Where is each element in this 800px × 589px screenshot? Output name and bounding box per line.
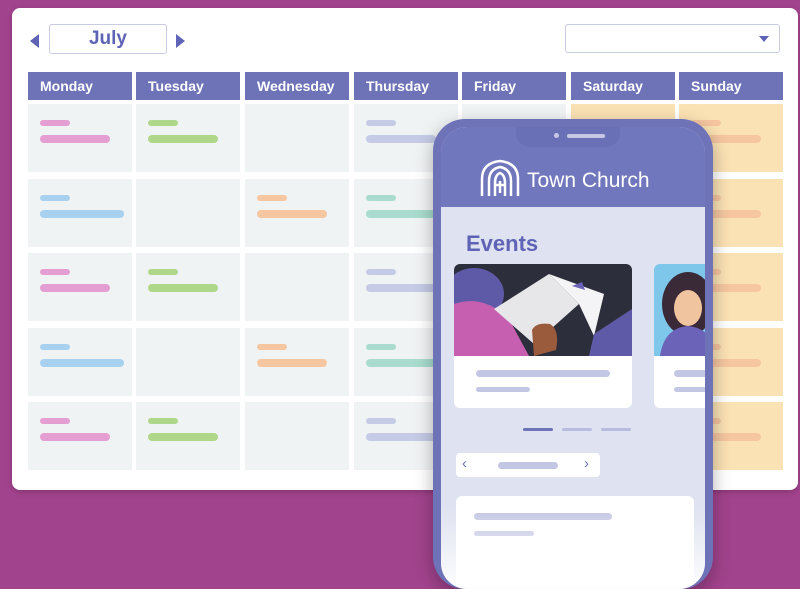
- calendar-day-cell[interactable]: [245, 253, 349, 321]
- event-title-bar[interactable]: [366, 135, 436, 143]
- day-header-tuesday: Tuesday: [136, 72, 240, 100]
- church-icon: [480, 159, 520, 196]
- carousel-dot-active[interactable]: [523, 428, 553, 431]
- calendar-day-cell[interactable]: [136, 104, 240, 172]
- day-header-saturday: Saturday: [571, 72, 675, 100]
- app-header: Town Church: [441, 127, 705, 207]
- calendar-day-cell[interactable]: [136, 179, 240, 247]
- event-time-bar[interactable]: [366, 269, 396, 275]
- event-time-bar[interactable]: [257, 344, 287, 350]
- events-heading: Events: [466, 231, 539, 256]
- event-title-bar[interactable]: [366, 284, 436, 292]
- next-month-button[interactable]: [176, 34, 185, 48]
- card-subtitle-placeholder: [476, 387, 530, 392]
- card-title-placeholder: [674, 370, 705, 377]
- carousel-dot[interactable]: [601, 428, 631, 431]
- calendar-day-cell[interactable]: [28, 104, 132, 172]
- carousel-dot[interactable]: [562, 428, 592, 431]
- event-time-bar[interactable]: [40, 418, 70, 424]
- event-time-bar[interactable]: [366, 120, 396, 126]
- calendar-day-cell[interactable]: [28, 402, 132, 470]
- event-title-bar[interactable]: [40, 210, 124, 218]
- event-time-bar[interactable]: [148, 120, 178, 126]
- event-title-bar[interactable]: [40, 359, 124, 367]
- event-title-bar[interactable]: [257, 359, 327, 367]
- event-time-bar[interactable]: [366, 344, 396, 350]
- speaker-slot: [567, 134, 605, 138]
- event-card[interactable]: [654, 264, 705, 408]
- day-header-monday: Monday: [28, 72, 132, 100]
- pagination-control: ‹ ›: [456, 453, 600, 477]
- calendar-filter-select[interactable]: [565, 24, 780, 53]
- event-title-bar[interactable]: [148, 284, 218, 292]
- event-title-bar[interactable]: [148, 433, 218, 441]
- event-title-bar[interactable]: [40, 433, 110, 441]
- bible-reading-image: [454, 264, 632, 356]
- event-time-bar[interactable]: [257, 195, 287, 201]
- event-time-bar[interactable]: [40, 195, 70, 201]
- event-title-bar[interactable]: [366, 433, 436, 441]
- chevron-right-icon[interactable]: ›: [584, 455, 589, 472]
- calendar-day-cell[interactable]: [136, 402, 240, 470]
- phone-notch: [516, 127, 620, 147]
- event-time-bar[interactable]: [40, 269, 70, 275]
- chevron-left-icon[interactable]: ‹: [462, 455, 467, 472]
- day-header-friday: Friday: [462, 72, 566, 100]
- phone-screen: Town Church Events ‹ ›: [441, 127, 705, 589]
- event-time-bar[interactable]: [366, 418, 396, 424]
- person-image: [654, 264, 705, 356]
- calendar-day-cell[interactable]: [245, 328, 349, 396]
- event-title-bar[interactable]: [40, 284, 110, 292]
- event-title-bar[interactable]: [148, 135, 218, 143]
- calendar-day-cell[interactable]: [28, 328, 132, 396]
- app-name: Town Church: [527, 169, 650, 192]
- calendar-day-cell[interactable]: [28, 253, 132, 321]
- event-time-bar[interactable]: [366, 195, 396, 201]
- event-title-bar[interactable]: [366, 210, 436, 218]
- prev-month-button[interactable]: [30, 34, 39, 48]
- calendar-day-cell[interactable]: [245, 104, 349, 172]
- event-card[interactable]: [454, 264, 632, 408]
- event-time-bar[interactable]: [40, 120, 70, 126]
- day-header-thursday: Thursday: [354, 72, 458, 100]
- calendar-day-cell[interactable]: [245, 402, 349, 470]
- chevron-down-icon: [759, 36, 769, 42]
- card-subtitle-placeholder: [674, 387, 705, 392]
- calendar-day-cell[interactable]: [136, 253, 240, 321]
- camera-dot: [554, 133, 559, 138]
- calendar-day-cell[interactable]: [28, 179, 132, 247]
- phone-mockup: Town Church Events ‹ ›: [433, 119, 713, 589]
- event-time-bar[interactable]: [148, 269, 178, 275]
- event-time-bar[interactable]: [148, 418, 178, 424]
- calendar-day-cell[interactable]: [136, 328, 240, 396]
- day-header-wednesday: Wednesday: [245, 72, 349, 100]
- pagination-label-placeholder: [498, 462, 558, 469]
- event-title-bar[interactable]: [257, 210, 327, 218]
- day-header-sunday: Sunday: [679, 72, 783, 100]
- event-title-bar[interactable]: [366, 359, 436, 367]
- event-title-bar[interactable]: [40, 135, 110, 143]
- calendar-day-cell[interactable]: [245, 179, 349, 247]
- card-title-placeholder: [476, 370, 610, 377]
- event-time-bar[interactable]: [40, 344, 70, 350]
- screen-fade: [441, 507, 705, 589]
- month-label: July: [49, 24, 167, 54]
